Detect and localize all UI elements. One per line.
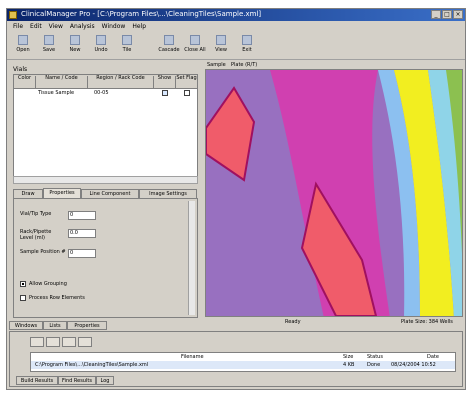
allow-grouping-checkbox[interactable] bbox=[20, 281, 26, 287]
view-button[interactable]: View bbox=[209, 34, 233, 56]
disk-icon bbox=[44, 35, 54, 45]
tab-build-results[interactable]: Build Results bbox=[16, 376, 58, 385]
cascade-icon bbox=[164, 35, 174, 45]
output-pane: Filename Size Status Date C:\Program Fil… bbox=[9, 331, 463, 387]
properties-scrollbar[interactable] bbox=[188, 201, 195, 315]
grid-horizontal-scrollbar[interactable] bbox=[13, 176, 198, 184]
column-header-flag[interactable]: Set Flag bbox=[176, 76, 198, 88]
undo-icon bbox=[96, 35, 106, 45]
exit-button[interactable]: Exit bbox=[235, 34, 259, 56]
image-canvas[interactable] bbox=[205, 69, 463, 317]
tab-log[interactable]: Log bbox=[96, 376, 114, 385]
table-row[interactable]: C:\Program Files\...\CleaningTiles\Sampl… bbox=[31, 361, 455, 369]
tab-lists[interactable]: Lists bbox=[43, 321, 67, 330]
eye-icon bbox=[216, 35, 226, 45]
cascade-button[interactable]: Cascade bbox=[157, 34, 181, 56]
menu-window[interactable]: Window bbox=[102, 23, 126, 30]
rack-level-input[interactable]: 0.0 bbox=[68, 229, 96, 238]
close-all-button[interactable]: Close All bbox=[183, 34, 207, 56]
output-toolbar-button-1[interactable] bbox=[30, 337, 44, 347]
grid-header: Color Name / Code Region / Rack Code Sho… bbox=[14, 75, 198, 89]
close-button[interactable]: × bbox=[453, 10, 463, 19]
view-tab-plate[interactable]: Plate (R/T) bbox=[231, 62, 257, 68]
allow-grouping-label: Allow Grouping bbox=[29, 281, 67, 287]
output-header-status[interactable]: Status bbox=[367, 354, 383, 360]
output-header-date[interactable]: Date bbox=[427, 354, 439, 360]
output-toolbar-button-3[interactable] bbox=[62, 337, 76, 347]
left-bottom-tabs: Windows Lists Properties bbox=[9, 321, 139, 330]
menu-view[interactable]: View bbox=[49, 23, 63, 30]
status-left: Ready bbox=[285, 319, 301, 325]
row-code: 00-05 bbox=[94, 90, 109, 96]
properties-tabs: Draw Properties Line Component Image Set… bbox=[13, 188, 198, 198]
maximize-button[interactable]: □ bbox=[442, 10, 452, 19]
column-header-name[interactable]: Name / Code bbox=[36, 76, 88, 88]
output-row-status: Done bbox=[367, 362, 381, 368]
minimize-button[interactable]: _ bbox=[431, 10, 441, 19]
field-label-sample-position: Sample Position # bbox=[20, 249, 66, 255]
status-bar: Ready Plate Size: 384 Wells bbox=[205, 318, 463, 327]
app-icon bbox=[9, 11, 17, 19]
output-row-date: 08/24/2004 10:52 bbox=[391, 362, 436, 368]
process-elements-checkbox[interactable] bbox=[20, 295, 26, 301]
vials-grid: Color Name / Code Region / Rack Code Sho… bbox=[13, 74, 198, 178]
application-window: ClinicalManager Pro - [C:\Program Files\… bbox=[6, 8, 466, 390]
show-checkbox[interactable] bbox=[162, 90, 168, 96]
view-tab-strip: Sample Plate (R/T) bbox=[205, 61, 463, 69]
column-header-color[interactable]: Color bbox=[14, 76, 36, 88]
status-right: Plate Size: 384 Wells bbox=[401, 319, 453, 325]
open-button[interactable]: Open bbox=[11, 34, 35, 56]
sample-position-input[interactable]: 0 bbox=[68, 249, 96, 258]
undo-button[interactable]: Undo bbox=[89, 34, 113, 56]
field-label-rack-level: Rack/Pipette Level (ml) bbox=[20, 229, 52, 241]
tissue-image bbox=[206, 70, 462, 316]
output-row-filename: C:\Program Files\...\CleaningTiles\Sampl… bbox=[35, 362, 149, 368]
flag-checkbox[interactable] bbox=[184, 90, 190, 96]
menu-edit[interactable]: Edit bbox=[30, 23, 42, 30]
tab-draw[interactable]: Draw bbox=[13, 189, 43, 198]
exit-icon bbox=[242, 35, 252, 45]
view-tab-sample[interactable]: Sample bbox=[207, 62, 226, 68]
tab-image-settings[interactable]: Image Settings bbox=[139, 189, 197, 198]
tile-icon bbox=[122, 35, 132, 45]
close-all-icon bbox=[190, 35, 200, 45]
column-header-show[interactable]: Show bbox=[154, 76, 176, 88]
menu-analysis[interactable]: Analysis bbox=[70, 23, 95, 30]
tab-properties-bottom[interactable]: Properties bbox=[67, 321, 107, 330]
save-button[interactable]: Save bbox=[37, 34, 61, 56]
output-toolbar-button-4[interactable] bbox=[78, 337, 92, 347]
output-table: Filename Size Status Date C:\Program Fil… bbox=[30, 352, 456, 372]
process-elements-label: Process Row Elements bbox=[29, 295, 85, 301]
output-row-size: 4 KB bbox=[343, 362, 355, 368]
tab-properties[interactable]: Properties bbox=[43, 188, 81, 198]
view-pane: Sample Plate (R/T) bbox=[205, 61, 463, 317]
new-file-icon bbox=[70, 35, 80, 45]
output-toolbar-button-2[interactable] bbox=[46, 337, 60, 347]
output-header-size[interactable]: Size bbox=[343, 354, 353, 360]
vial-type-input[interactable]: 0 bbox=[68, 211, 96, 220]
menu-file[interactable]: File bbox=[13, 23, 23, 30]
output-header-filename[interactable]: Filename bbox=[181, 354, 204, 360]
vials-group-label: Vials bbox=[13, 66, 28, 73]
tab-find-results[interactable]: Find Results bbox=[58, 376, 96, 385]
row-name: Tissue Sample bbox=[38, 90, 75, 96]
menu-help[interactable]: Help bbox=[132, 23, 146, 30]
window-title: ClinicalManager Pro - [C:\Program Files\… bbox=[21, 10, 262, 18]
folder-icon bbox=[18, 35, 28, 45]
tab-windows[interactable]: Windows bbox=[9, 321, 43, 330]
menu-bar: File Edit View Analysis Window Help bbox=[7, 21, 465, 32]
tab-line-component[interactable]: Line Component bbox=[81, 189, 139, 198]
column-header-region[interactable]: Region / Rack Code bbox=[88, 76, 154, 88]
tile-button[interactable]: Tile bbox=[115, 34, 139, 56]
table-row[interactable]: Tissue Sample 00-05 bbox=[14, 89, 197, 97]
title-bar[interactable]: ClinicalManager Pro - [C:\Program Files\… bbox=[7, 9, 465, 21]
field-label-vial-type: Vial/Tip Type bbox=[20, 211, 52, 217]
toolbar: Open Save New Undo Tile Cascade Close Al… bbox=[7, 32, 465, 60]
properties-panel: Vial/Tip Type 0 Rack/Pipette Level (ml) … bbox=[13, 198, 198, 318]
new-button[interactable]: New bbox=[63, 34, 87, 56]
left-panel: Vials Color Name / Code Region / Rack Co… bbox=[9, 61, 202, 319]
